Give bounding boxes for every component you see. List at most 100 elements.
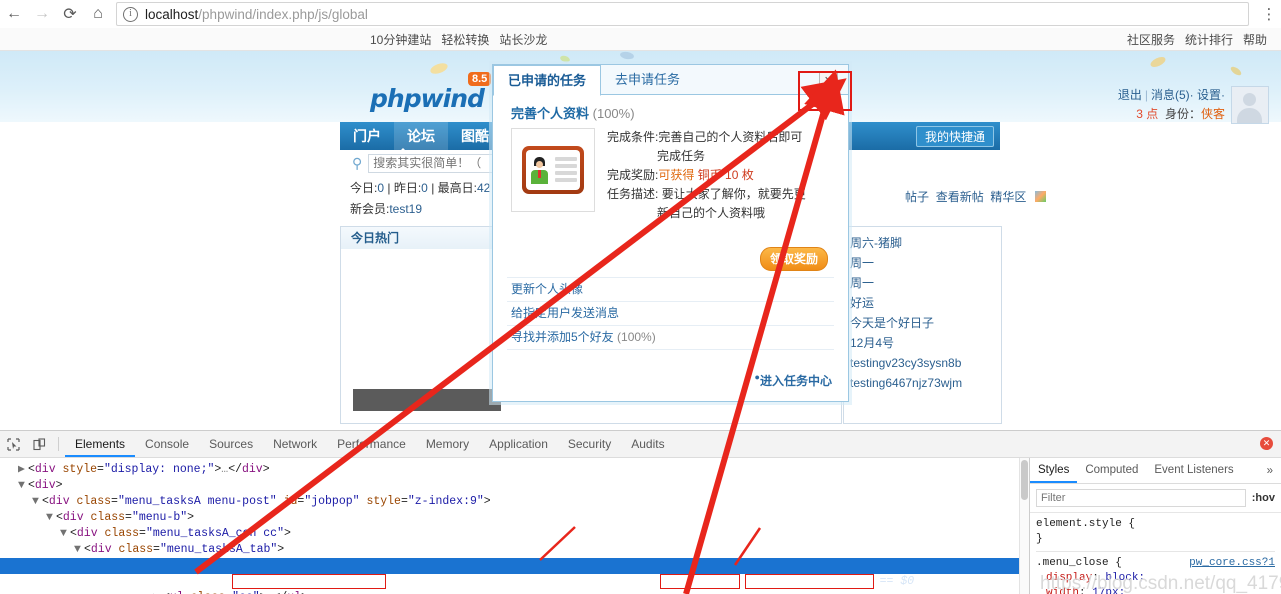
element-style-selector[interactable]: element.style { (1036, 517, 1275, 532)
page-info-icon[interactable]: i (123, 6, 138, 22)
dropdown-caret-icon: · (1189, 88, 1194, 102)
list-item[interactable]: 好运 (850, 293, 1001, 313)
list-item[interactable]: 给指定用户发送消息 (507, 302, 834, 326)
annotation-close-highlight (798, 71, 852, 111)
list-item[interactable]: 周六-猪脚 (850, 233, 1001, 253)
device-toolbar-icon[interactable] (26, 431, 52, 457)
dom-tree-line[interactable]: ▼ <div class="menu_tasksA menu-post" id="… (0, 494, 1029, 510)
list-item[interactable]: 寻找并添加5个好友 (100%) (507, 326, 834, 350)
topbar-service-link[interactable]: 社区服务 (1127, 33, 1175, 47)
card-line (555, 157, 577, 161)
my-shortcut-button[interactable]: 我的快捷通 (915, 126, 994, 147)
nav-tab-portal[interactable]: 门户 (340, 122, 394, 150)
id-card-icon (511, 128, 595, 212)
card-line (555, 178, 577, 182)
task-reward-row: 完成奖励:可获得 铜币 10 枚 (607, 166, 806, 185)
task-body: 完成条件:完善自己的个人资料后即可 完成任务 完成奖励:可获得 铜币 10 枚 … (493, 126, 848, 223)
search-icon[interactable]: ⚲ (352, 155, 362, 172)
claim-reward-button[interactable]: 领取奖励 (760, 247, 828, 271)
css-declaration[interactable]: width: 17px; (1036, 586, 1275, 594)
dom-tree-line[interactable]: ▶ <div style="display: none;">…</div> (0, 462, 1029, 478)
site-logo[interactable]: phpwind 8.5 (370, 72, 492, 113)
scrollbar-thumb[interactable] (1021, 460, 1028, 500)
list-item[interactable]: testingv23cy3sysn8b (850, 353, 1001, 373)
list-item[interactable]: testing6467njz73wjm (850, 373, 1001, 393)
dom-tree-line[interactable]: ▼ <div> (0, 478, 1029, 494)
topbar-stats-link[interactable]: 统计排行 (1185, 33, 1233, 47)
more-tabs-icon[interactable]: » (1267, 465, 1281, 477)
toolbar-divider (58, 437, 59, 451)
left-column: ⚲ 今日:0 | 昨日:0 | 最高日:42 新会员:test19 (340, 150, 500, 218)
reload-icon[interactable]: ⟳ (56, 0, 84, 28)
styles-filter-input[interactable] (1036, 489, 1246, 507)
messages-link[interactable]: 消息(5) (1151, 88, 1190, 102)
tab-applied-tasks[interactable]: 已申请的任务 (493, 65, 602, 96)
enter-task-center-link[interactable]: ●进入任务中心 (755, 372, 832, 389)
avatar[interactable] (1231, 86, 1269, 124)
task-title: 完善个人资料 (511, 106, 590, 121)
dom-scrollbar[interactable] (1019, 458, 1029, 594)
task-desc-row: 任务描述: 要让大家了解你，就要先更 (607, 185, 806, 204)
dom-tree-pane[interactable]: ▶ <div style="display: none;">…</div> ▼ <di… (0, 458, 1029, 594)
css-property-name: display (1046, 572, 1093, 584)
dom-tree-line[interactable]: ▼ <div class="menu_tasksA_tab"> (0, 542, 1029, 558)
tab-apply-tasks[interactable]: 去申请任务 (601, 66, 694, 94)
rainbow-icon (1034, 191, 1046, 202)
inspect-cursor-icon[interactable] (0, 431, 26, 457)
list-item[interactable]: 更新个人头像 (507, 277, 834, 302)
forum-link-digest[interactable]: 精华区 (990, 190, 1026, 204)
css-rule-menu-close: .menu_close { pw_core.css?1 (1036, 556, 1275, 571)
dom-tree-line[interactable]: ▼ <div class="menu-b"> (0, 510, 1029, 526)
topbar-link-1[interactable]: 轻松转换 (441, 33, 489, 47)
desc-label: 任务描述: (607, 187, 659, 201)
tab-memory[interactable]: Memory (416, 431, 479, 457)
topbar-link-2[interactable]: 站长沙龙 (499, 33, 547, 47)
forum-stats-line: 今日:0 | 昨日:0 | 最高日:42 (350, 181, 491, 195)
tab-sources[interactable]: Sources (199, 431, 263, 457)
error-count-badge[interactable]: ✕ (1260, 437, 1273, 450)
tab-audits[interactable]: Audits (621, 431, 674, 457)
rule-source-link[interactable]: pw_core.css?1 (1189, 556, 1275, 571)
address-bar[interactable]: i localhost/phpwind/index.php/js/global (116, 2, 1249, 26)
nav-tab-forum[interactable]: 论坛 (394, 122, 448, 150)
nav-divider: | (1144, 88, 1148, 102)
list-item[interactable]: 12月4号 (850, 333, 1001, 353)
devtools-body: ▶ <div style="display: none;">…</div> ▼ <di… (0, 458, 1281, 594)
dom-tree-selected-line[interactable]: ⋯ <a href="javascript:;" class="fr menu_c… (0, 558, 1029, 589)
tab-console[interactable]: Console (135, 431, 199, 457)
tab-network[interactable]: Network (263, 431, 327, 457)
tab-performance[interactable]: Performance (327, 431, 416, 457)
search-input[interactable] (368, 153, 499, 173)
forum-link-posts[interactable]: 帖子 (905, 190, 929, 204)
list-item[interactable]: 今天是个好日子 (850, 313, 1001, 333)
browser-menu-icon[interactable]: ⋮ (1257, 5, 1281, 23)
css-declaration[interactable]: display: block; (1036, 571, 1275, 586)
styles-filter-row: :hov (1030, 484, 1281, 513)
reward-label: 完成奖励: (607, 168, 659, 182)
back-arrow-icon[interactable]: ← (0, 0, 28, 28)
forward-arrow-icon[interactable]: → (28, 0, 56, 28)
rule-selector[interactable]: .menu_close { (1036, 557, 1122, 569)
styles-tab-strip: Styles Computed Event Listeners » (1030, 458, 1281, 484)
tab-application[interactable]: Application (479, 431, 558, 457)
topbar-link-0[interactable]: 10分钟建站 (370, 33, 431, 47)
tab-elements[interactable]: Elements (65, 431, 136, 457)
tab-event-listeners[interactable]: Event Listeners (1146, 458, 1241, 483)
annotation-id-highlight: id="close">关闭</a> (745, 574, 874, 589)
other-tasks-list: 更新个人头像 给指定用户发送消息 寻找并添加5个好友 (100%) (507, 277, 834, 350)
topbar-help-link[interactable]: 帮助 (1243, 33, 1267, 47)
list-item[interactable]: 周一 (850, 273, 1001, 293)
list-item-pct: (100%) (617, 330, 656, 344)
hov-toggle[interactable]: :hov (1252, 492, 1275, 504)
forum-link-new[interactable]: 查看新帖 (936, 190, 984, 204)
dom-tree-line[interactable]: ▼ <div class="menu_tasksA_con cc"> (0, 526, 1029, 542)
dom-tree-lines: ▶ <div style="display: none;">…</div> ▼ <di… (0, 462, 1029, 558)
logout-link[interactable]: 退出 (1118, 88, 1142, 102)
tab-security[interactable]: Security (558, 431, 621, 457)
tab-styles[interactable]: Styles (1030, 458, 1078, 483)
tab-computed[interactable]: Computed (1077, 458, 1146, 483)
list-item[interactable]: 周一 (850, 253, 1001, 273)
settings-link[interactable]: 设置 (1197, 88, 1221, 102)
home-icon[interactable]: ⌂ (84, 0, 112, 28)
list-item-label: 给指定用户发送消息 (511, 306, 620, 320)
